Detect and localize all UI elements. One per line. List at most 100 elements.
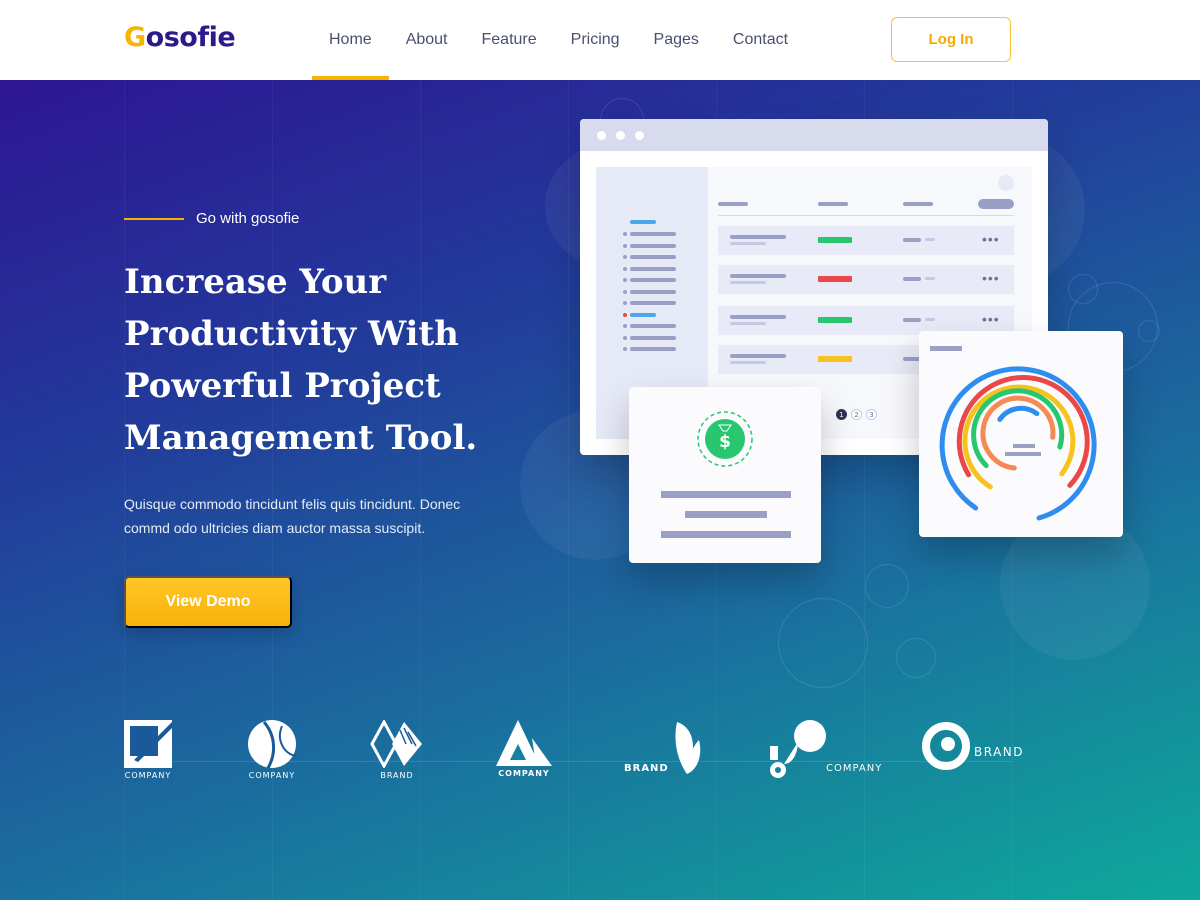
row-subline — [730, 242, 766, 245]
nav-about[interactable]: About — [389, 0, 465, 80]
tagline-rule — [124, 217, 184, 220]
card-line — [661, 491, 791, 498]
sidebar-bullet — [623, 347, 627, 351]
brand-logo: COMPANY — [246, 720, 298, 780]
money-symbol: $ — [719, 432, 731, 452]
split-circle-icon — [248, 720, 297, 768]
sidebar-line — [630, 301, 676, 305]
brand-label: COMPANY — [498, 769, 550, 778]
brand-label: BRAND — [624, 763, 669, 774]
triangle-mountain-icon — [496, 720, 552, 766]
row-subline — [925, 238, 935, 241]
money-card: $ — [629, 387, 821, 563]
sidebar-line — [630, 290, 676, 294]
nav-feature[interactable]: Feature — [465, 0, 554, 80]
decor-ring — [865, 564, 909, 608]
logo-text: osofie — [145, 22, 236, 53]
tagline: Go with gosofie — [124, 210, 299, 227]
brand-logo: BRAND — [370, 720, 424, 780]
main-nav: Home About Feature Pricing Pages Contact — [312, 0, 805, 80]
row-line — [730, 354, 786, 358]
table-row: ••• — [718, 226, 1014, 255]
brand-label: BRAND — [380, 771, 414, 780]
brand-label: BRAND — [974, 745, 1025, 759]
sidebar-bullet — [623, 232, 627, 236]
leaf-icon — [675, 722, 700, 774]
double-diamond-icon — [370, 720, 422, 768]
row-line — [903, 277, 921, 281]
hero-description: Quisque commodo tincidunt felis quis tin… — [124, 496, 461, 536]
brand-logo: COMPANY — [124, 720, 172, 780]
sidebar-bullet — [623, 301, 627, 305]
row-subline — [925, 318, 935, 321]
square-corner-icon — [124, 720, 172, 768]
brand-logo: COMPANY — [496, 720, 552, 778]
droplet-icon — [770, 720, 826, 778]
sidebar-bullet — [623, 313, 627, 317]
row-line — [730, 235, 786, 239]
sidebar-line — [630, 232, 676, 236]
pagination: 1 2 3 — [836, 409, 877, 420]
status-bar — [818, 237, 852, 243]
swirl-ring-icon — [922, 722, 970, 770]
row-subline — [730, 361, 766, 364]
window-dot — [616, 131, 625, 140]
row-line — [903, 318, 921, 322]
hero-headline: Increase Your Productivity With Powerful… — [124, 262, 478, 458]
row-line — [903, 238, 921, 242]
brand-logo: BRAND — [920, 720, 1024, 772]
nav-pricing[interactable]: Pricing — [554, 0, 637, 80]
decor-ring — [778, 598, 868, 688]
more-icon: ••• — [982, 311, 1000, 327]
top-navbar: Gosofie Home About Feature Pricing Pages… — [0, 0, 1200, 80]
status-bar — [818, 276, 852, 282]
row-line — [730, 274, 786, 278]
sidebar-bullet — [623, 255, 627, 259]
nav-home[interactable]: Home — [312, 0, 389, 80]
sidebar-line — [630, 347, 676, 351]
row-line — [730, 315, 786, 319]
sidebar-line — [630, 267, 676, 271]
table-header-cell — [818, 202, 848, 206]
window-dot — [597, 131, 606, 140]
sidebar-bullet — [623, 336, 627, 340]
nav-pages[interactable]: Pages — [637, 0, 716, 80]
mock-button — [978, 199, 1014, 209]
browser-titlebar — [580, 119, 1048, 151]
progress-rings-icon — [939, 366, 1097, 521]
sidebar-line — [630, 255, 676, 259]
sidebar-line — [630, 336, 676, 340]
page-2: 2 — [851, 409, 862, 420]
card-line — [661, 531, 791, 538]
tagline-text: Go with gosofie — [196, 210, 300, 227]
more-icon: ••• — [982, 270, 1000, 286]
more-icon: ••• — [982, 231, 1000, 247]
table-row: ••• — [718, 265, 1014, 294]
brand-logo: BRAND — [624, 720, 701, 776]
nav-contact[interactable]: Contact — [716, 0, 805, 80]
sidebar-bullet — [623, 290, 627, 294]
brand-logo: COMPANY — [768, 720, 882, 778]
sidebar-bullet — [623, 267, 627, 271]
table-header-rule — [718, 215, 1014, 216]
sidebar-line — [630, 244, 676, 248]
status-bar — [818, 356, 852, 362]
avatar-placeholder — [998, 175, 1014, 191]
row-subline — [925, 277, 935, 280]
sidebar-line — [630, 313, 656, 317]
table-header-cell — [903, 202, 933, 206]
status-bar — [818, 317, 852, 323]
decor-ring — [1138, 320, 1160, 342]
brand-label: COMPANY — [826, 763, 883, 774]
view-demo-button[interactable]: View Demo — [124, 576, 292, 628]
logo[interactable]: Gosofie — [124, 22, 236, 53]
decor-ring — [896, 638, 936, 678]
sidebar-line — [630, 324, 676, 328]
sidebar-bullet — [623, 278, 627, 282]
table-header-cell — [718, 202, 748, 206]
login-button[interactable]: Log In — [891, 17, 1011, 62]
sidebar-bullet — [623, 244, 627, 248]
sidebar-line — [630, 278, 676, 282]
page-1: 1 — [836, 409, 847, 420]
brand-label: COMPANY — [248, 771, 296, 780]
